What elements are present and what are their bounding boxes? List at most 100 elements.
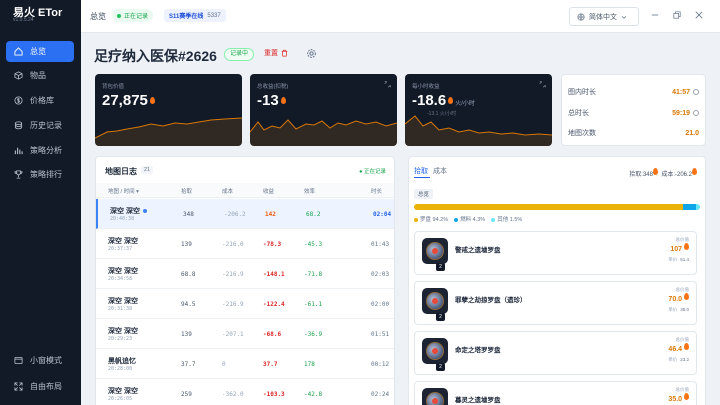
table-row[interactable]: 深空 深空 20:31:38 94.5 -216.9 -122.4 -61.1 02:00	[96, 289, 394, 319]
col-pick[interactable]: 拾取	[181, 187, 192, 195]
map-name: 深空 深空	[108, 326, 138, 336]
efficiency-value: -42.8	[304, 391, 323, 398]
duration-value: 02:00	[371, 301, 390, 308]
map-name: 深空 深空	[110, 206, 147, 216]
table-row[interactable]: 深空 深空 20:34:58 68.8 -216.9 -148.1 -71.8 02:03	[96, 259, 394, 289]
profit-value: -122.4	[263, 301, 285, 308]
app-version: v1.0.5.24	[13, 17, 34, 23]
flame-icon	[684, 393, 689, 400]
efficiency-value: -71.8	[304, 271, 323, 278]
trash-icon	[281, 49, 288, 57]
map-log-recording: ● 正在记录	[359, 169, 386, 175]
table-row[interactable]: 深空 深空 20:37:37 139 -216.0 -78.3 -45.3 01:43	[96, 229, 394, 259]
item-total-value-text: 107	[670, 246, 683, 253]
col-profit[interactable]: 收益	[263, 187, 274, 195]
pick-value: 37.7	[181, 361, 196, 368]
sidebar-item-strategy-ranking[interactable]: 策略排行	[6, 164, 74, 185]
loot-item-card[interactable]: 2 警戒之遗墟罗盘 总价值 107 单价 51.4	[414, 231, 697, 275]
legend-compass: 罗盘 94.2%	[414, 215, 448, 223]
col-cost[interactable]: 成本	[222, 187, 233, 195]
expand-arrows-icon[interactable]	[539, 81, 546, 88]
top-bar: 总览 正在记录 S11赛季在线 5337 简体中文	[81, 0, 720, 33]
expand-arrows-icon[interactable]	[384, 81, 391, 88]
legend-label: 燃料 4.3%	[460, 217, 486, 223]
sidebar-item-label: 价格库	[30, 96, 54, 105]
legend-label: 罗盘 94.2%	[420, 217, 449, 223]
close-button[interactable]	[692, 9, 706, 23]
time-value: 21.0	[685, 129, 699, 137]
efficiency-value: -45.3	[304, 241, 323, 248]
sidebar-item-label: 历史记录	[30, 121, 62, 130]
time-row: 总时长 59:19	[568, 106, 699, 120]
profit-value: -148.1	[263, 271, 285, 278]
overview-tag[interactable]: 总览	[414, 189, 434, 199]
sidebar-item-strategy-analysis[interactable]: 策略分析	[6, 140, 74, 161]
item-unit-price: 单价 23.2	[668, 357, 689, 363]
expand-icon	[14, 381, 23, 391]
cost-value: -216.9	[222, 301, 244, 308]
map-time: 20:26:05	[108, 396, 133, 402]
item-name: 罪孽之劫掠罗盘（遗珍）	[455, 297, 527, 304]
cost-value: -216.0	[222, 241, 244, 248]
loot-summary: 拾取:348 成本:-206.2	[629, 168, 697, 178]
loot-distribution-bar	[414, 204, 700, 210]
loot-item-card[interactable]: 2 命定之塔罗罗盘 总价值 46.4 单价 23.2	[414, 331, 697, 375]
sidebar-item-overview[interactable]: 总览	[6, 41, 74, 62]
table-header: 地图 / 时间 ▾ 拾取 成本 收益 效率 时长	[96, 183, 394, 198]
minimize-button[interactable]	[648, 9, 662, 23]
stat-label: 背包价值	[102, 84, 125, 90]
maximize-button[interactable]	[670, 9, 684, 23]
restore-icon	[673, 11, 681, 19]
time-row: 地图次数 21.0	[568, 126, 699, 140]
compass-icon	[422, 238, 448, 264]
settings-gear-icon[interactable]	[306, 48, 317, 59]
mini-window-button[interactable]: 小窗模式	[6, 350, 74, 370]
map-name: 黑帆追忆	[108, 356, 136, 366]
table-row[interactable]: 深空 深空 20:26:05 259 -362.0 -103.3 -42.8 02:24	[96, 379, 394, 405]
minimize-icon	[651, 14, 659, 16]
pick-value: 348	[183, 211, 194, 218]
tab-cost[interactable]: 成本	[433, 166, 447, 176]
item-quantity: 2	[436, 313, 445, 321]
efficiency-value: 68.2	[306, 211, 321, 218]
stat-card-hourly-profit: 每小时收益 -18.6 火/小时 -13.1 火/小时	[405, 74, 552, 146]
sparkline	[95, 117, 242, 146]
col-map-time[interactable]: 地图 / 时间 ▾	[108, 187, 139, 195]
reset-button[interactable]: 重置	[264, 48, 288, 58]
loot-pick-summary: 拾取:348	[629, 172, 653, 178]
map-name-text: 深空 深空	[108, 268, 138, 275]
item-total-value: 70.0	[668, 293, 689, 303]
sparkline	[250, 119, 397, 146]
dollar-icon	[14, 96, 23, 105]
table-row[interactable]: 黑帆追忆 20:28:00 37.7 0 37.7 178 00:12	[96, 349, 394, 379]
sidebar-item-history[interactable]: 历史记录	[6, 115, 74, 136]
table-row[interactable]: 深空 深空 20:40:38 348 -206.2 142 68.2 02:04	[96, 199, 394, 229]
close-icon	[695, 11, 703, 19]
tab-pickup[interactable]: 拾取	[414, 166, 428, 176]
sidebar-item-prices[interactable]: 价格库	[6, 90, 74, 111]
language-select[interactable]: 简体中文	[569, 7, 639, 26]
flame-icon	[684, 243, 689, 250]
loot-item-card[interactable]: 2 罪孽之劫掠罗盘（遗珍） 总价值 70.0 单价 35.0	[414, 281, 697, 325]
topbar-title: 总览	[90, 12, 106, 21]
loot-item-card[interactable]: 1暮灵之遗墟罗盘总价值35.0 单价35.0	[414, 381, 697, 405]
col-efficiency[interactable]: 效率	[304, 187, 315, 195]
col-duration[interactable]: 时长	[371, 187, 382, 195]
map-name: 深空 深空	[108, 296, 138, 306]
map-time: 20:31:38	[108, 306, 133, 312]
sidebar-item-items[interactable]: 物品	[6, 65, 74, 86]
duration-value: 01:43	[371, 241, 390, 248]
map-log-title: 地图日志	[105, 167, 137, 176]
item-total-value-text: 46.4	[668, 346, 683, 353]
table-row[interactable]: 深空 深空 20:29:23 139 -207.1 -68.6 -36.9 01:51	[96, 319, 394, 349]
loot-cost-summary: 成本:-206.2	[661, 172, 692, 178]
efficiency-value: 178	[304, 361, 315, 368]
profit-value: -78.3	[263, 241, 282, 248]
status-badge: 记录中	[224, 48, 255, 61]
pick-value: 94.5	[181, 301, 196, 308]
time-summary-card: 图内时长 41:57 总时长 59:19 地图次数 21.0	[561, 74, 706, 146]
time-row: 图内时长 41:57	[568, 85, 699, 99]
loot-panel: 拾取 成本 拾取:348 成本:-206.2 总览 罗盘 94.2% 燃料 4.…	[408, 156, 706, 405]
free-layout-button[interactable]: 自由布局	[6, 376, 74, 396]
flame-icon	[684, 343, 689, 350]
